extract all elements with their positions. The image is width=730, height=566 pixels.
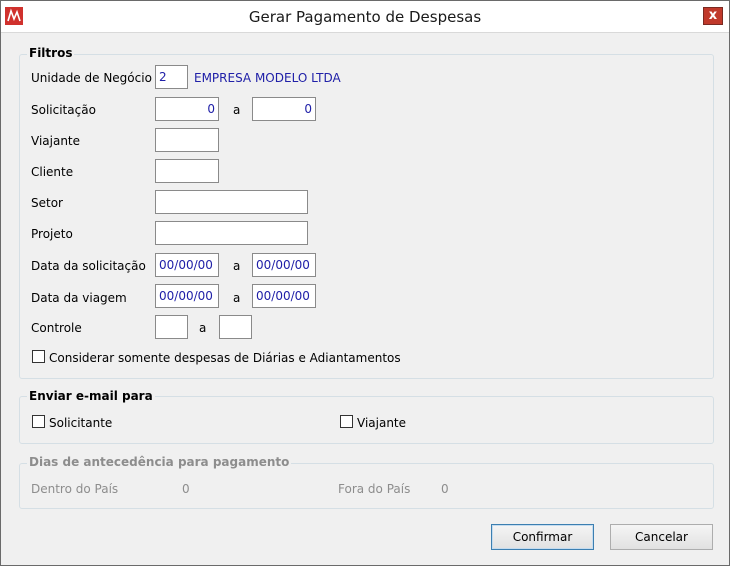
dentro-pais-label: Dentro do País — [31, 482, 119, 496]
dentro-pais-value: 0 — [182, 482, 190, 496]
dias-legend: Dias de antecedência para pagamento — [27, 455, 292, 469]
somente-diarias-checkbox[interactable] — [32, 350, 45, 363]
window-title: Gerar Pagamento de Despesas — [248, 8, 482, 26]
somente-diarias-label[interactable]: Considerar somente despesas de Diárias e… — [49, 351, 401, 365]
solicitacao-range-sep: a — [233, 103, 241, 117]
solicitante-label[interactable]: Solicitante — [49, 416, 112, 430]
dialog-window: Gerar Pagamento de Despesas x Filtros Un… — [0, 0, 730, 566]
data-solicitacao-label: Data da solicitação — [31, 259, 146, 273]
viajante-input[interactable] — [155, 128, 219, 152]
viajante-email-label[interactable]: Viajante — [357, 416, 406, 430]
viajante-checkbox[interactable] — [340, 415, 353, 428]
unidade-name: EMPRESA MODELO LTDA — [194, 71, 341, 85]
data-viagem-from-input[interactable]: 00/00/00 — [155, 284, 219, 308]
solicitacao-from-input[interactable]: 0 — [155, 97, 219, 121]
cliente-input[interactable] — [155, 159, 219, 183]
data-viagem-label: Data da viagem — [31, 291, 127, 305]
projeto-label: Projeto — [31, 227, 73, 241]
fora-pais-label: Fora do País — [338, 482, 411, 496]
projeto-input[interactable] — [155, 221, 308, 245]
controle-from-input[interactable] — [155, 315, 188, 339]
controle-range-sep: a — [199, 321, 207, 335]
unidade-label: Unidade de Negócio — [31, 71, 152, 85]
viajante-label: Viajante — [31, 134, 81, 148]
fora-pais-value: 0 — [441, 482, 449, 496]
cliente-label: Cliente — [31, 165, 74, 179]
unidade-input[interactable]: 2 — [155, 65, 188, 89]
controle-label: Controle — [31, 321, 82, 335]
controle-to-input[interactable] — [219, 315, 252, 339]
data-viagem-to-input[interactable]: 00/00/00 — [252, 284, 316, 308]
cancel-button[interactable]: Cancelar — [610, 524, 713, 550]
data-solicitacao-range-sep: a — [233, 259, 241, 273]
title-bar[interactable]: Gerar Pagamento de Despesas x — [1, 1, 729, 33]
data-solicitacao-to-input[interactable]: 00/00/00 — [252, 253, 316, 277]
confirm-button[interactable]: Confirmar — [491, 524, 594, 550]
data-solicitacao-from-input[interactable]: 00/00/00 — [155, 253, 219, 277]
filtros-legend: Filtros — [27, 46, 75, 60]
setor-input[interactable] — [155, 190, 308, 214]
email-legend: Enviar e-mail para — [27, 389, 155, 403]
solicitante-checkbox[interactable] — [32, 415, 45, 428]
solicitacao-label: Solicitação — [31, 103, 96, 117]
close-button[interactable]: x — [703, 7, 723, 25]
data-viagem-range-sep: a — [233, 291, 241, 305]
filtros-group — [19, 54, 714, 379]
setor-label: Setor — [31, 196, 63, 210]
close-icon: x — [708, 8, 718, 23]
solicitacao-to-input[interactable]: 0 — [252, 97, 316, 121]
